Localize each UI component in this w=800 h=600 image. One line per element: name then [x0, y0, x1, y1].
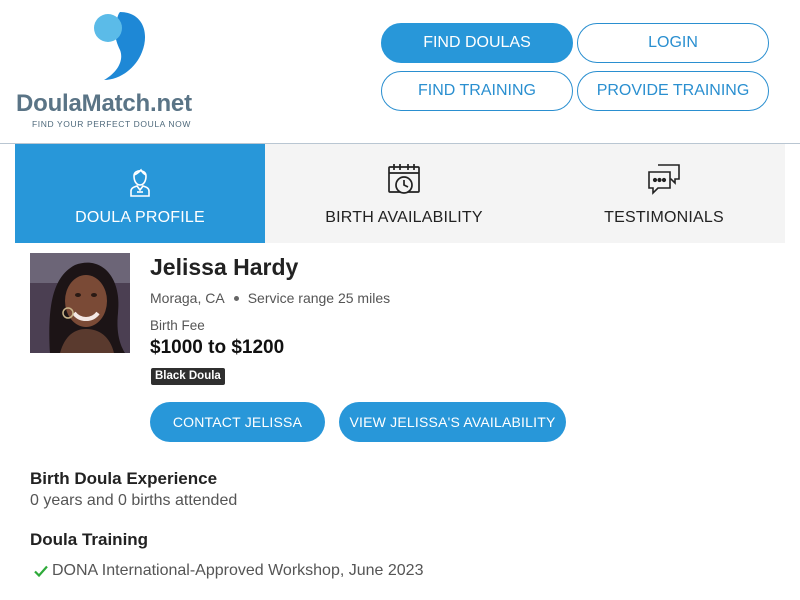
tab-label: TESTIMONIALS: [604, 209, 724, 226]
service-range: Service range 25 miles: [247, 290, 391, 306]
check-icon: [34, 565, 48, 578]
tab-label: BIRTH AVAILABILITY: [325, 209, 483, 226]
experience-title: Birth Doula Experience: [30, 469, 218, 488]
logo-tagline: FIND YOUR PERFECT DOULA NOW: [32, 119, 191, 129]
calendar-clock-icon: [388, 164, 420, 194]
tab-testimonials[interactable]: TESTIMONIALS: [543, 144, 785, 243]
logo-text: DoulaMatch.net: [16, 90, 192, 117]
profile-photo: [30, 253, 130, 353]
person-icon: [130, 168, 150, 197]
fee-value: $1000 to $1200: [150, 337, 285, 358]
logo-mark-icon: [94, 12, 146, 80]
site-logo[interactable]: DoulaMatch.net FIND YOUR PERFECT DOULA N…: [16, 10, 221, 134]
find-doulas-button[interactable]: FIND DOULAS: [381, 23, 573, 63]
separator-dot: [233, 295, 239, 301]
tab-doula-profile[interactable]: DOULA PROFILE: [15, 144, 265, 243]
doula-badge: Black Doula: [151, 368, 225, 385]
login-button[interactable]: LOGIN: [577, 23, 769, 63]
location: Moraga, CA: [150, 290, 225, 306]
fee-label: Birth Fee: [150, 318, 205, 333]
training-item-label: DONA International-Approved Workshop, Ju…: [52, 562, 424, 579]
contact-button[interactable]: CONTACT JELISSA: [150, 402, 325, 442]
chat-bubbles-icon: [648, 164, 680, 195]
training-item: DONA International-Approved Workshop, Ju…: [34, 562, 423, 580]
view-availability-button[interactable]: VIEW JELISSA'S AVAILABILITY: [339, 402, 566, 442]
find-training-button[interactable]: FIND TRAINING: [381, 71, 573, 111]
provide-training-button[interactable]: PROVIDE TRAINING: [577, 71, 769, 111]
site-header: DoulaMatch.net FIND YOUR PERFECT DOULA N…: [0, 0, 800, 144]
doula-name: Jelissa Hardy: [150, 254, 299, 280]
tab-birth-availability[interactable]: BIRTH AVAILABILITY: [265, 144, 543, 243]
experience-text: 0 years and 0 births attended: [30, 492, 238, 509]
training-title: Doula Training: [30, 530, 149, 549]
location-line: Moraga, CA Service range 25 miles: [150, 290, 390, 306]
tab-label: DOULA PROFILE: [75, 209, 205, 226]
profile-tabs: DOULA PROFILE BIRTH AVAILABILITY TESTIMO…: [15, 144, 785, 243]
